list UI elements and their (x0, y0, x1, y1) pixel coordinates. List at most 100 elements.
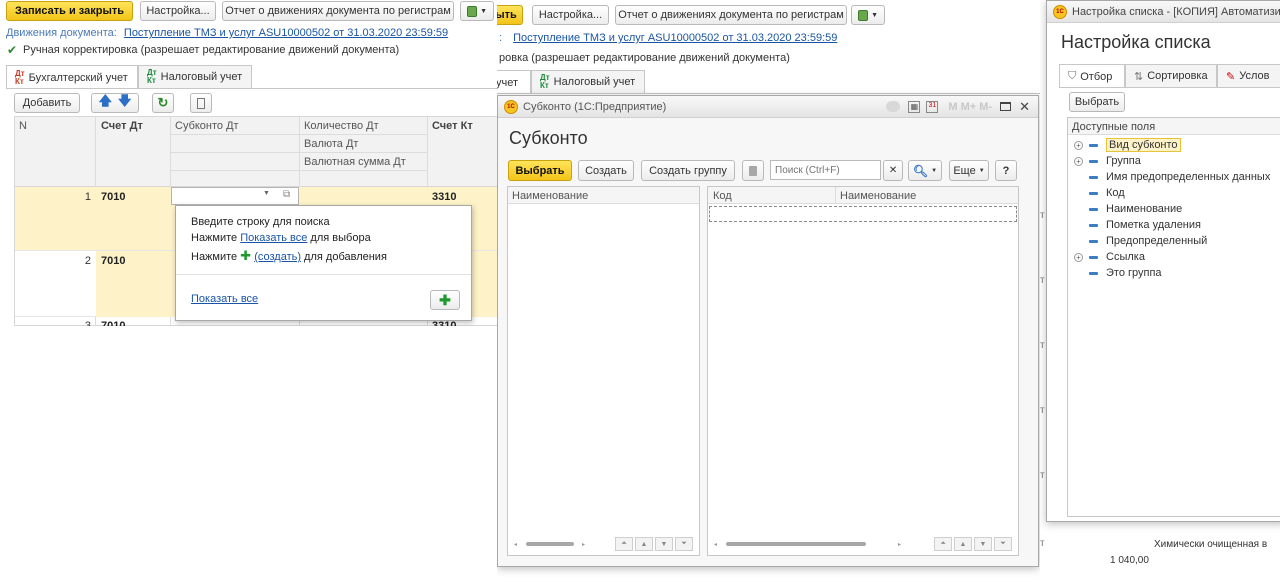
move-buttons[interactable]: 🡅 🡇 (91, 93, 139, 113)
maximize-icon[interactable] (1000, 102, 1012, 111)
select-button[interactable]: Выбрать (1069, 92, 1125, 112)
tab-tax[interactable]: Дт Кт Налоговый учет (138, 65, 252, 88)
tab-filter[interactable]: ⛉ Отбор (1059, 64, 1125, 88)
debit-credit-icon: Дт Кт (15, 68, 25, 86)
dropdown-arrow-icon[interactable]: ▼ (263, 190, 270, 197)
search-button[interactable]: 🔍︎ ▼ (908, 160, 942, 181)
items-list[interactable]: Код Наименование ◂ ▸ ⏶ ▲ ▼ ⏷ (707, 186, 1019, 556)
field-label: Код (1106, 187, 1125, 199)
show-all-inline-link[interactable]: Показать все (240, 232, 307, 244)
table-settings-button[interactable] (190, 93, 212, 113)
structure-icon (858, 9, 869, 21)
create-group-button[interactable]: Создать группу (641, 160, 735, 181)
expand-icon[interactable]: + (1074, 140, 1083, 150)
tab-filter-label: Отбор (1080, 70, 1113, 83)
col-header-qty: Количество Дт (304, 120, 379, 132)
tab-accounting-fragment[interactable]: учет (497, 70, 531, 94)
print-button[interactable] (742, 160, 764, 181)
subconto-input[interactable] (171, 187, 299, 205)
manual-edit-label: Ручная корректировка (разрешает редактир… (23, 44, 400, 56)
row-n: 3 (84, 320, 91, 326)
save-close-button-fragment[interactable]: ыть (497, 5, 523, 25)
field-label: Группа (1106, 155, 1141, 167)
arrow-up-icon[interactable]: 🡅 (99, 92, 112, 114)
manual-edit-checkbox[interactable]: ✔ (6, 43, 18, 57)
expand-icon[interactable]: + (1074, 156, 1083, 166)
structure-menu-button[interactable]: ▼ (460, 1, 494, 21)
chevron-down-icon: ▼ (931, 167, 938, 174)
movements-document-link[interactable]: Поступление ТМЗ и услуг ASU10000502 от 3… (124, 27, 448, 39)
field-icon (1089, 207, 1098, 211)
create-button[interactable]: Создать (578, 160, 634, 181)
field-tree-item[interactable]: Пометка удаления (1074, 217, 1201, 233)
field-label: Это группа (1106, 267, 1162, 279)
subconto-titlebar[interactable]: 1С Субконто (1С:Предприятие) ▦ 31 M M+ M… (498, 96, 1038, 118)
1c-logo-icon: 1С (504, 99, 518, 114)
memory-buttons[interactable]: M M+ M- (948, 101, 992, 113)
table-icon[interactable]: ▦ (908, 100, 921, 113)
col-header-cur-sum: Валютная сумма Дт (304, 156, 406, 168)
refresh-button[interactable]: ↻ (152, 93, 174, 113)
tab-accounting-label: Бухгалтерский учет (28, 71, 128, 84)
tab-accounting[interactable]: Дт Кт Бухгалтерский учет (6, 65, 138, 89)
field-tree-item[interactable]: Предопределенный (1074, 233, 1207, 249)
row-dt: 7010 (101, 191, 126, 203)
chat-icon[interactable] (886, 101, 901, 112)
report-button[interactable]: Отчет о движениях документа по регистрам (222, 1, 454, 21)
expand-icon[interactable]: + (1074, 252, 1083, 262)
arrow-down-icon[interactable]: 🡇 (118, 92, 131, 114)
add-new-button[interactable]: ✚ (430, 290, 460, 310)
select-button[interactable]: Выбрать (508, 160, 572, 181)
selected-row[interactable] (709, 206, 1017, 222)
dropdown-hint-text: Нажмите (191, 232, 241, 244)
subconto-window-title: Субконто (1С:Предприятие) (523, 100, 667, 113)
open-icon[interactable]: ⧉ (283, 189, 290, 200)
field-icon (1089, 143, 1098, 147)
chevron-down-icon: ▼ (871, 11, 878, 19)
groups-list[interactable]: Наименование ◂ ▸ ⏶ ▲ ▼ ⏷ (507, 186, 700, 556)
calendar-icon[interactable]: 31 (926, 100, 939, 113)
structure-menu-button[interactable]: ▼ (851, 5, 885, 25)
horizontal-scrollbar[interactable]: ◂ ▸ ⏶ ▲ ▼ ⏷ (712, 537, 1016, 551)
search-dropdown: Введите строку для поиска Нажмите Показа… (175, 205, 472, 321)
structure-icon (467, 5, 478, 17)
field-label: Предопределенный (1106, 235, 1208, 247)
field-label: Пометка удаления (1106, 219, 1201, 231)
manual-edit-label: ровка (разрешает редактирование движений… (499, 52, 790, 64)
document-item-text: Химически очищенная в (1154, 539, 1268, 550)
field-tree-item[interactable]: Имя предопределенных данных (1074, 169, 1270, 185)
create-inline-link[interactable]: (создать) (254, 251, 301, 263)
dropdown-hint: Введите строку для поиска (191, 216, 330, 228)
tab-sort[interactable]: ⇅ Сортировка (1125, 64, 1217, 87)
horizontal-scrollbar[interactable]: ◂ ▸ ⏶ ▲ ▼ ⏷ (512, 537, 697, 551)
settings-button[interactable]: Настройка... (532, 5, 609, 25)
plus-icon: ✚ (439, 291, 451, 308)
tab-conditional[interactable]: ✎ Услов (1217, 64, 1280, 87)
help-button[interactable]: ? (995, 160, 1017, 181)
tab-tax[interactable]: Дт Кт Налоговый учет (531, 70, 645, 93)
more-button[interactable]: Еще ▼ (949, 160, 989, 181)
movements-label: Движения документа: (6, 27, 117, 39)
field-tree-item[interactable]: + Группа (1074, 153, 1141, 169)
tab-tax-label: Налоговый учет (553, 76, 636, 88)
field-tree-item[interactable]: Это группа (1074, 265, 1162, 281)
add-button[interactable]: Добавить (14, 93, 80, 113)
close-icon[interactable]: ✕ (1019, 99, 1030, 115)
1c-logo-icon: 1С (1053, 4, 1067, 19)
field-tree-item[interactable]: + Ссылка (1074, 249, 1145, 265)
settings-button[interactable]: Настройка... (140, 1, 216, 21)
save-close-button[interactable]: Записать и закрыть (6, 1, 133, 21)
tab-conditional-label: Услов (1239, 70, 1270, 82)
more-label: Еще (953, 164, 976, 177)
field-tree-item[interactable]: Код (1074, 185, 1125, 201)
show-all-link[interactable]: Показать все (191, 293, 258, 305)
movements-document-link[interactable]: Поступление ТМЗ и услуг ASU10000502 от 3… (513, 32, 837, 44)
report-button[interactable]: Отчет о движениях документа по регистрам (615, 5, 847, 25)
field-tree-item[interactable]: + Вид субконто (1074, 137, 1181, 153)
sort-icon: ⇅ (1134, 70, 1144, 83)
search-input[interactable] (770, 160, 881, 180)
field-tree-item[interactable]: Наименование (1074, 201, 1182, 217)
available-fields-tree[interactable]: Доступные поля + Вид субконто + Группа Имя п… (1067, 117, 1280, 517)
clear-search-button[interactable]: ✕ (883, 160, 903, 181)
list-settings-titlebar[interactable]: 1С Настройка списка - [КОПИЯ] Автоматизи (1047, 1, 1280, 23)
